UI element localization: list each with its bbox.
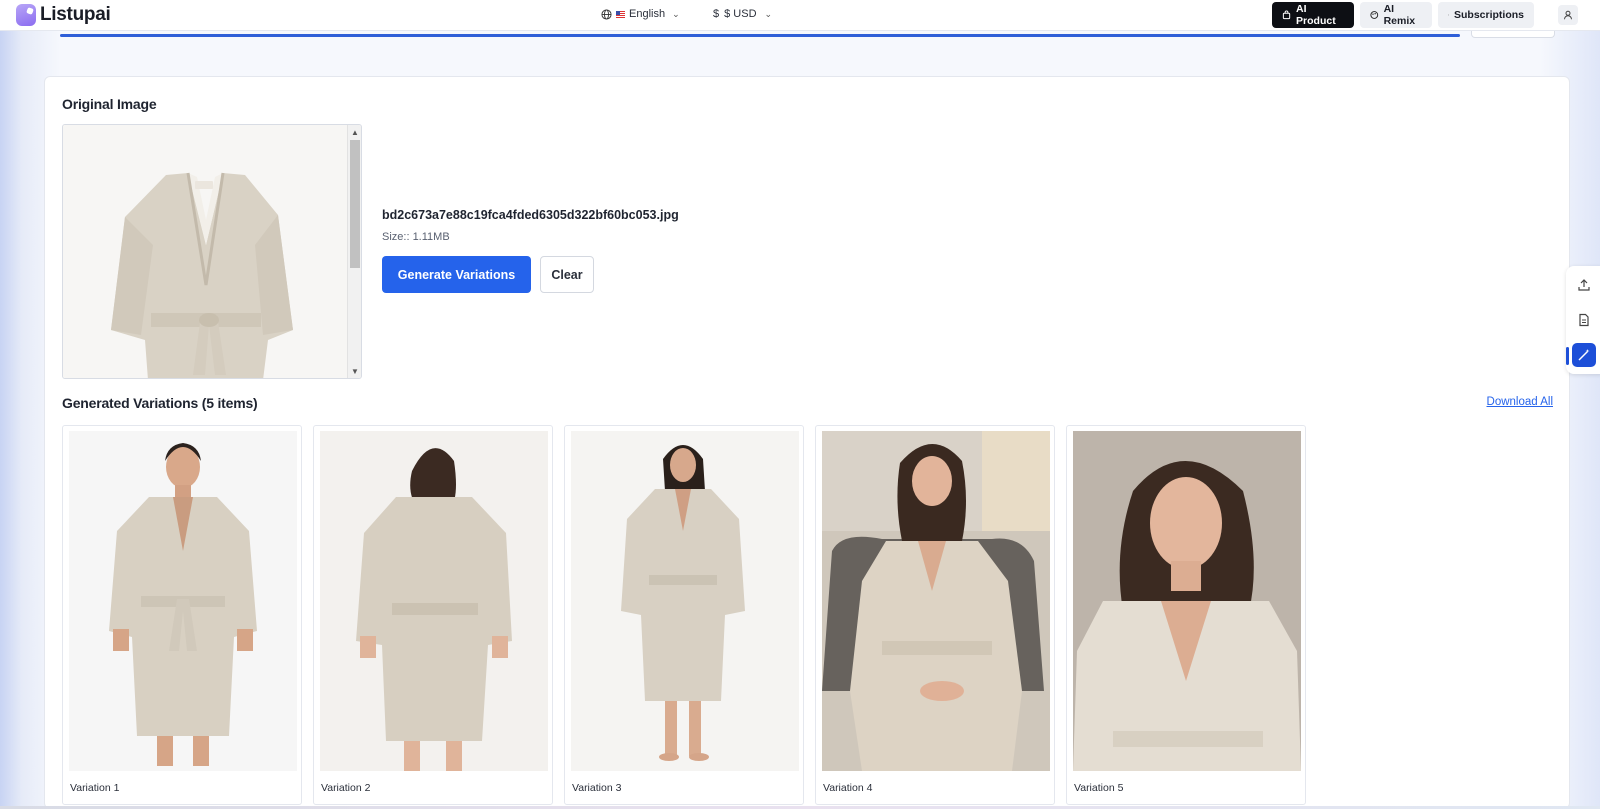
credit-card-icon (1448, 14, 1449, 16)
upload-button[interactable] (1572, 273, 1596, 297)
original-image-heading: Original Image (62, 96, 157, 112)
variation-image-4[interactable] (822, 431, 1050, 771)
user-avatar-button[interactable] (1558, 5, 1578, 25)
variation-image-2[interactable] (320, 431, 548, 771)
logo[interactable]: Listupai (16, 4, 111, 26)
variation-1-image (69, 431, 297, 771)
preview-scrollbar[interactable]: ▲ ▼ (347, 125, 361, 378)
chevron-down-icon: ⌄ (764, 8, 773, 19)
main-card: Original Image ▲ ▼ bd2c673a7e88c19fca4fd… (44, 76, 1570, 809)
upload-icon (1578, 279, 1590, 291)
document-button[interactable] (1572, 308, 1596, 332)
active-tool-indicator (1566, 347, 1569, 365)
flag-icon (616, 10, 625, 18)
document-icon (1579, 313, 1589, 327)
generated-variations-heading: Generated Variations (5 items) (62, 395, 258, 411)
variation-image-5[interactable] (1073, 431, 1301, 771)
logo-text: Listupai (40, 4, 111, 25)
ai-remix-button[interactable]: AI Remix (1360, 2, 1432, 28)
variation-image-3[interactable] (571, 431, 799, 771)
scroll-thumb[interactable] (350, 140, 360, 268)
variation-label: Variation 1 (70, 782, 120, 794)
variation-4-image (822, 431, 1050, 771)
variation-label: Variation 3 (572, 782, 622, 794)
globe-icon (601, 8, 612, 20)
clear-button[interactable]: Clear (540, 256, 594, 293)
variation-card-5[interactable]: Variation 5 (1066, 425, 1306, 805)
variation-label: Variation 2 (321, 782, 371, 794)
variations-grid: Variation 1 Variation 2 Variation 3 Vari… (62, 425, 1306, 805)
subscriptions-label: Subscriptions (1453, 9, 1524, 21)
variation-label: Variation 5 (1074, 782, 1124, 794)
progress-strip (60, 34, 1460, 37)
currency-label: $ USD (724, 8, 757, 20)
magic-wand-icon (1578, 349, 1590, 361)
generate-variations-button[interactable]: Generate Variations (382, 256, 531, 293)
dollar-icon: $ (713, 8, 720, 20)
file-size: Size:: 1.11MB (382, 231, 450, 243)
magic-wand-button[interactable] (1572, 343, 1596, 367)
original-image-preview: ▲ ▼ (62, 124, 362, 379)
robe-product-image (63, 125, 349, 378)
scroll-up-icon[interactable]: ▲ (348, 125, 361, 139)
variation-2-image (320, 431, 548, 771)
side-toolbar (1566, 266, 1600, 374)
variation-label: Variation 4 (823, 782, 873, 794)
language-label: English (629, 8, 666, 20)
variation-card-2[interactable]: Variation 2 (313, 425, 553, 805)
ai-product-label: AI Product (1296, 3, 1336, 27)
variation-card-1[interactable]: Variation 1 (62, 425, 302, 805)
download-all-link[interactable]: Download All (1487, 396, 1553, 408)
variation-image-1[interactable] (69, 431, 297, 771)
scroll-down-icon[interactable]: ▼ (348, 364, 361, 378)
ai-product-button[interactable]: AI Product (1272, 2, 1354, 28)
currency-selector[interactable]: $ $ USD ⌄ (713, 8, 772, 20)
subscriptions-button[interactable]: Subscriptions (1438, 2, 1534, 28)
logo-icon (16, 4, 36, 26)
file-name: bd2c673a7e88c19fca4fded6305d322bf60bc053… (382, 208, 679, 222)
variation-card-3[interactable]: Variation 3 (564, 425, 804, 805)
top-navbar: Listupai English ⌄ $ $ USD ⌄ AI Product … (0, 0, 1600, 31)
chevron-down-icon: ⌄ (672, 8, 680, 19)
variation-3-image (571, 431, 799, 771)
variation-card-4[interactable]: Variation 4 (815, 425, 1055, 805)
variation-5-image (1073, 431, 1301, 771)
language-selector[interactable]: English ⌄ (601, 8, 680, 20)
ai-remix-label: AI Remix (1383, 3, 1416, 27)
user-icon (1564, 10, 1572, 20)
shopping-bag-icon (1282, 10, 1291, 20)
palette-icon (1370, 11, 1379, 19)
